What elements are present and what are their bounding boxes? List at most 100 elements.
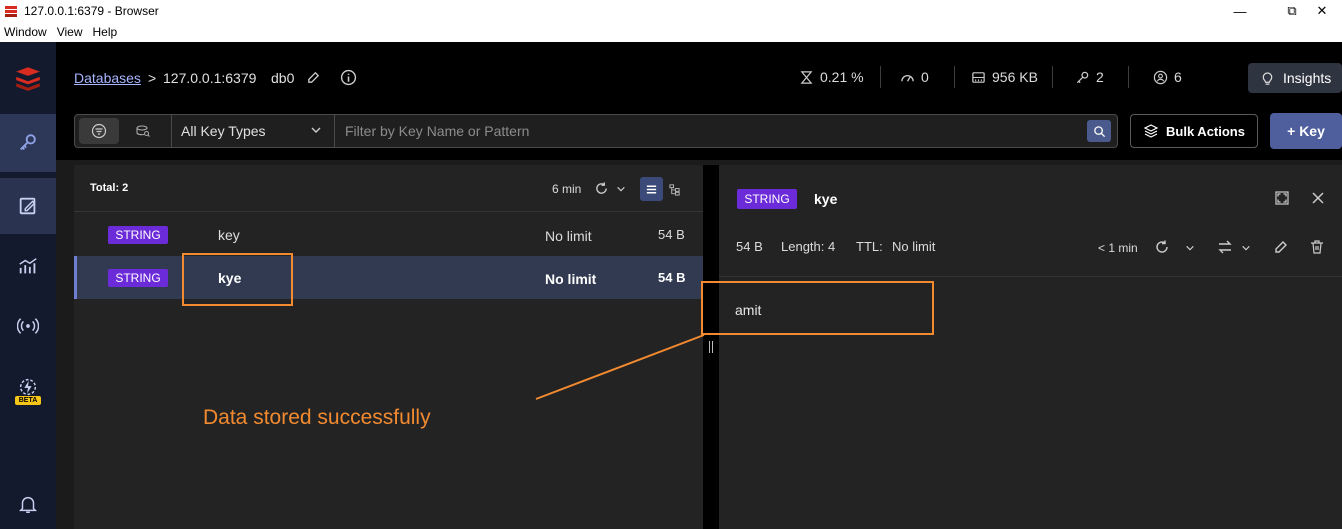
chevron-down-icon (311, 127, 321, 133)
broadcast-icon (17, 318, 39, 334)
format-switch-icon[interactable] (1216, 238, 1234, 256)
detail-key-name[interactable]: kye (814, 191, 837, 207)
menubar: Window View Help (0, 22, 1342, 42)
nav-analysis[interactable] (0, 242, 56, 290)
list-view-icon (646, 185, 657, 193)
panel-resizer[interactable] (703, 165, 719, 529)
beta-badge: BETA (14, 395, 42, 405)
breadcrumb-separator: > (148, 70, 157, 86)
window-titlebar: 127.0.0.1:6379 - Browser — ⧉ ✕ (0, 0, 1342, 22)
tree-view-icon (669, 183, 680, 196)
left-nav: BETA (0, 42, 56, 529)
stat-memory: 956 KB (971, 69, 1038, 85)
total-keys: Total: 2 (90, 182, 129, 194)
last-refresh: 6 min (552, 182, 582, 196)
resize-grip-icon (709, 341, 713, 353)
db-header: Databases > 127.0.0.1:6379 db0 0.21 % 0 … (56, 42, 1342, 112)
edit-db-icon[interactable] (306, 70, 321, 85)
key-size: 54 B (658, 270, 686, 285)
filter-icon (91, 123, 107, 139)
refresh-icon[interactable] (1153, 238, 1171, 256)
stat-cpu: 0.21 % (799, 69, 864, 85)
user-circle-icon (1153, 70, 1168, 84)
menu-view[interactable]: View (53, 25, 87, 39)
detail-ttl-label: TTL: (856, 239, 883, 254)
key-type-select[interactable]: All Key Types (171, 115, 335, 147)
redis-logo[interactable] (0, 56, 56, 100)
edit-note-icon (19, 197, 36, 215)
search-mode-button[interactable] (123, 118, 163, 144)
key-name: key (218, 227, 240, 243)
filter-box: All Key Types (74, 114, 1118, 148)
filter-bar: All Key Types Bulk Actions + Key (56, 112, 1342, 160)
key-icon (20, 134, 36, 151)
key-detail-panel: STRING kye 54 B Length: 4 TTL: No limit … (719, 165, 1342, 529)
breadcrumb-databases[interactable]: Databases (74, 70, 141, 86)
info-icon[interactable] (340, 69, 357, 86)
insights-button[interactable]: Insights (1248, 63, 1342, 93)
key-row[interactable]: STRING key No limit 54 B (74, 213, 703, 256)
search-icon (1093, 125, 1105, 137)
bell-icon (18, 496, 38, 513)
redis-app-icon (5, 6, 17, 17)
stat-ops: 0 (900, 69, 929, 85)
speedometer-icon (901, 74, 914, 82)
chevron-down-icon[interactable] (616, 184, 626, 194)
database-search-icon (136, 125, 150, 137)
edit-icon[interactable] (1272, 238, 1290, 256)
menu-window[interactable]: Window (0, 25, 51, 39)
view-toggle (640, 177, 686, 201)
key-type-badge: STRING (108, 226, 168, 244)
stat-keys: 2 (1075, 69, 1104, 85)
refresh-icon[interactable] (594, 181, 609, 196)
minimize-icon[interactable]: — (1220, 0, 1260, 22)
key-type-badge: STRING (108, 269, 168, 287)
detail-size: 54 B (736, 239, 763, 254)
list-view-button[interactable] (640, 177, 663, 201)
delete-icon[interactable] (1308, 238, 1326, 256)
chevron-down-icon[interactable] (1240, 242, 1252, 254)
detail-type-badge: STRING (737, 189, 797, 209)
detail-ttl-value[interactable]: No limit (892, 239, 935, 254)
annotation-box-key (182, 253, 293, 306)
annotation-box-value (701, 281, 934, 335)
breadcrumb-host: 127.0.0.1:6379 (163, 70, 257, 86)
lightning-gear-icon (19, 378, 37, 395)
db-index: db0 (271, 70, 295, 86)
annotation-caption: Data stored successfully (203, 406, 431, 429)
filter-mode-button[interactable] (79, 118, 119, 144)
add-key-button[interactable]: + Key (1270, 113, 1342, 149)
stat-clients: 6 (1153, 69, 1182, 85)
nav-browser[interactable] (0, 114, 56, 172)
lightbulb-icon (1262, 71, 1273, 85)
redis-logo-icon (16, 67, 40, 91)
detail-length: Length: 4 (781, 239, 836, 254)
key-count-icon (1076, 71, 1089, 83)
menu-help[interactable]: Help (88, 25, 121, 39)
key-row-selected[interactable]: STRING kye No limit 54 B (74, 256, 703, 299)
close-icon[interactable] (1309, 189, 1327, 207)
nav-pubsub[interactable] (0, 304, 56, 348)
nav-workbench[interactable] (0, 178, 56, 234)
key-size: 54 B (658, 227, 685, 242)
chevron-down-icon[interactable] (1184, 242, 1196, 254)
nav-notifications[interactable] (0, 484, 56, 524)
search-button[interactable] (1087, 120, 1111, 142)
memory-icon (972, 71, 985, 83)
tree-view-button[interactable] (663, 177, 686, 201)
cpu-hourglass-icon (800, 70, 813, 84)
layers-icon (1143, 124, 1159, 138)
close-window-icon[interactable]: ✕ (1302, 0, 1342, 22)
key-detail-header: STRING kye 54 B Length: 4 TTL: No limit … (719, 165, 1342, 277)
chart-icon (19, 258, 37, 274)
window-title: 127.0.0.1:6379 - Browser (24, 4, 159, 18)
fullscreen-icon[interactable] (1273, 189, 1291, 207)
key-ttl: No limit (545, 271, 597, 287)
key-ttl: No limit (545, 228, 592, 244)
nav-triggers-beta[interactable]: BETA (0, 370, 56, 410)
key-list-panel: Total: 2 6 min STRING key No limit 54 B … (74, 165, 703, 529)
detail-last-refresh: < 1 min (1098, 241, 1138, 255)
bulk-actions-button[interactable]: Bulk Actions (1130, 114, 1258, 148)
key-filter-input[interactable] (345, 115, 1075, 147)
key-list-header: Total: 2 6 min (74, 165, 703, 212)
